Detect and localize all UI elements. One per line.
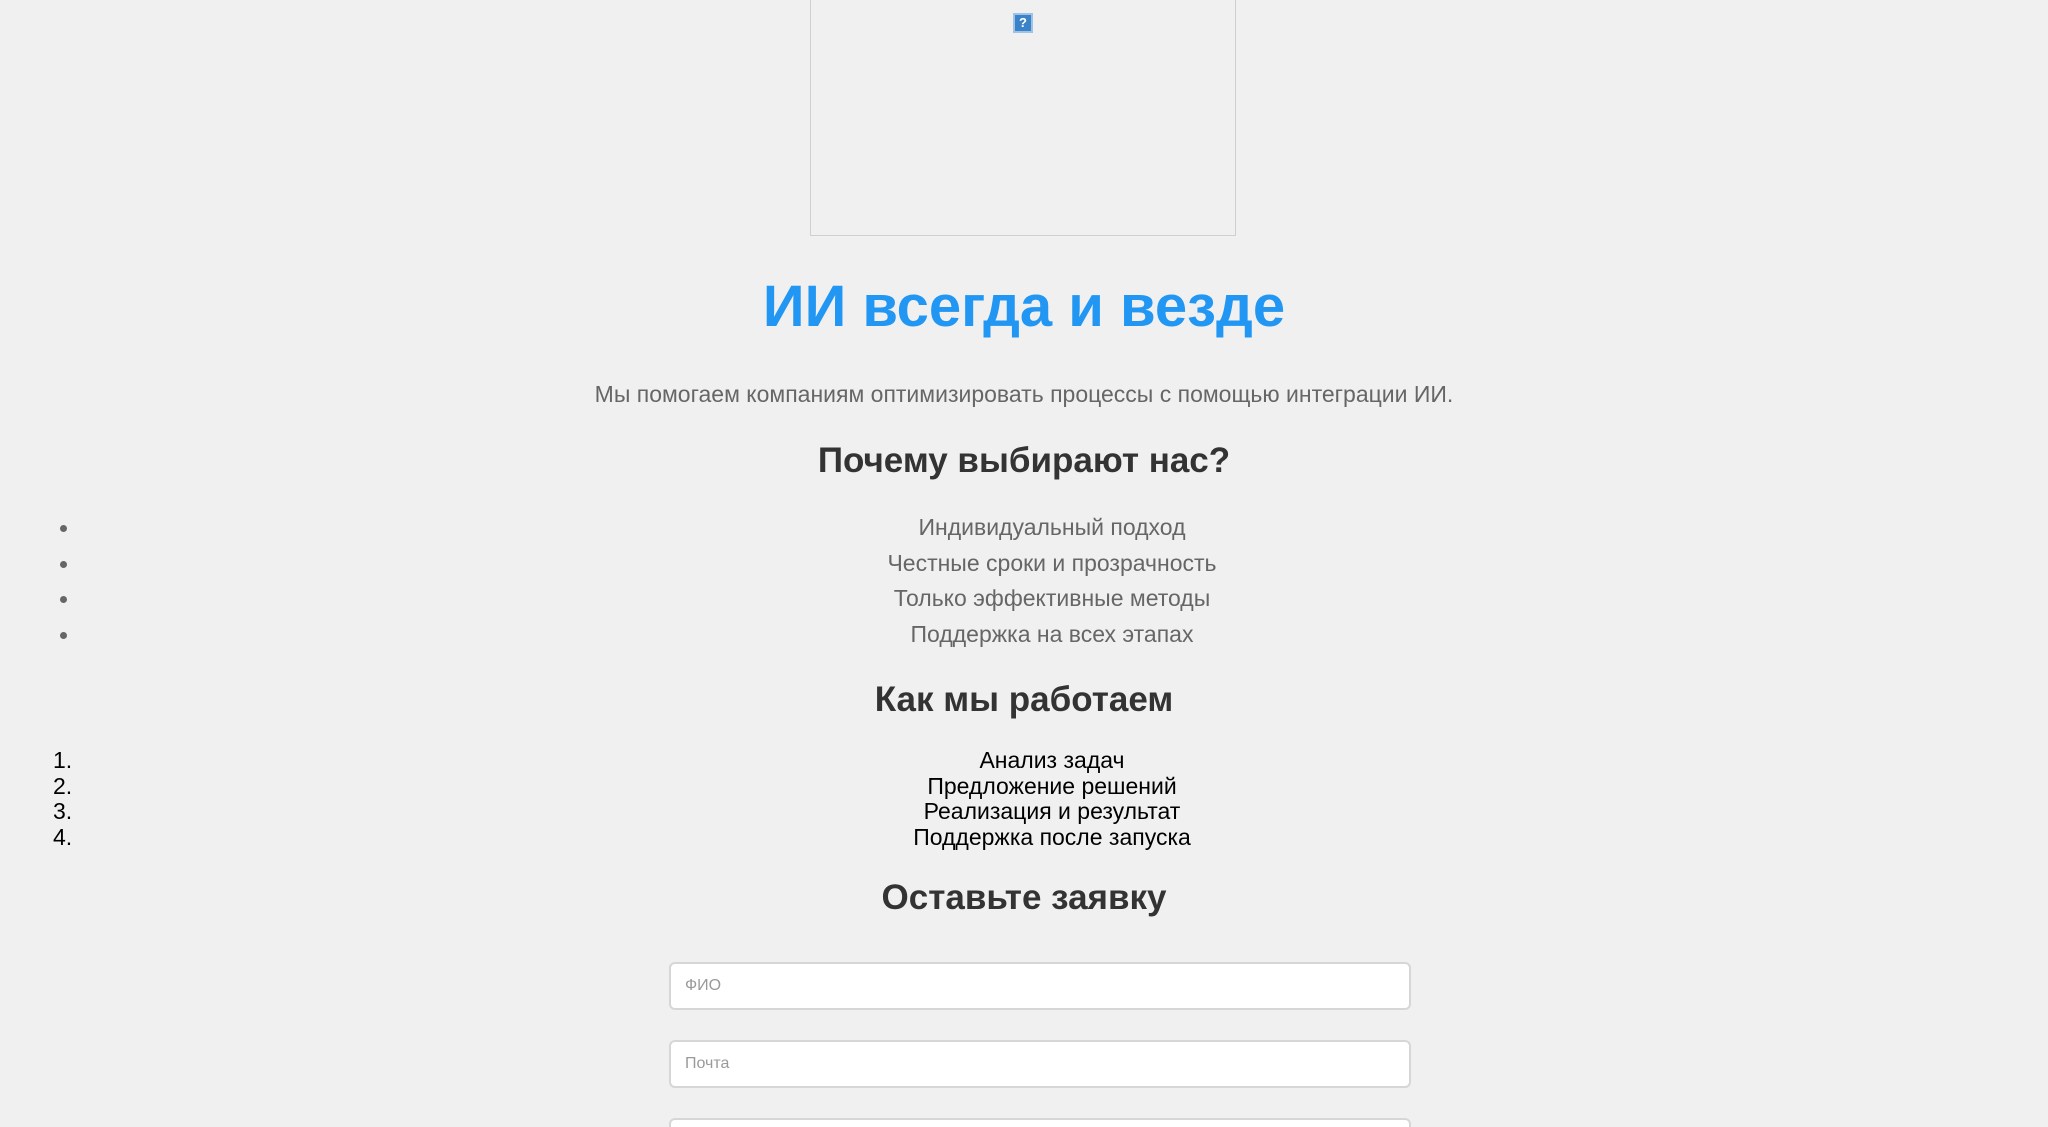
how-we-work-heading: Как мы работаем [874, 680, 1174, 719]
broken-image-icon: ? [1013, 13, 1033, 33]
form-field-partial[interactable] [669, 1118, 1411, 1127]
email-input[interactable] [669, 1040, 1411, 1088]
step-label: Реализация и результат [923, 798, 1181, 825]
how-we-work-list: 1. Анализ задач 2. Предложение решений 3. Р… [0, 747, 2048, 850]
list-item: 2. Предложение решений [0, 773, 2048, 799]
step-number: 3. [53, 798, 73, 825]
step-label: Поддержка после запуска [913, 824, 1191, 851]
page-subtitle: Мы помогаем компаниям оптимизировать про… [594, 381, 1454, 407]
list-item: 3. Реализация и результат [0, 798, 2048, 824]
hero-image: ? [810, 0, 1236, 236]
form-heading: Оставьте заявку [881, 878, 1167, 917]
step-label: Анализ задач [979, 747, 1125, 773]
step-number: 2. [53, 772, 73, 799]
why-us-item-label: Только эффективные методы [893, 585, 1211, 611]
list-item: Только эффективные методы [0, 585, 2048, 621]
why-us-list: Индивидуальный подход Честные сроки и пр… [0, 514, 2048, 656]
page-title: ИИ всегда и везде [762, 274, 1286, 339]
why-us-item-label: Поддержка на всех этапах [910, 620, 1194, 647]
why-us-heading: Почему выбирают нас? [817, 441, 1231, 480]
bullet-icon [60, 596, 67, 603]
list-item: 1. Анализ задач [0, 747, 2048, 773]
step-label: Предложение решений [927, 772, 1177, 799]
step-number: 4. [53, 824, 73, 851]
why-us-item-label: Честные сроки и прозрачность [887, 549, 1217, 576]
bullet-icon [60, 525, 67, 532]
landing-page: ? ИИ всегда и везде Мы помогаем компания… [0, 0, 2048, 1127]
step-number: 1. [53, 747, 73, 773]
list-item: Поддержка на всех этапах [0, 621, 2048, 657]
list-item: Индивидуальный подход [0, 514, 2048, 550]
list-item: Честные сроки и прозрачность [0, 550, 2048, 586]
list-item: 4. Поддержка после запуска [0, 824, 2048, 850]
bullet-icon [60, 560, 67, 568]
full-name-input[interactable] [669, 962, 1411, 1010]
why-us-item-label: Индивидуальный подход [918, 514, 1186, 540]
bullet-icon [60, 631, 67, 639]
